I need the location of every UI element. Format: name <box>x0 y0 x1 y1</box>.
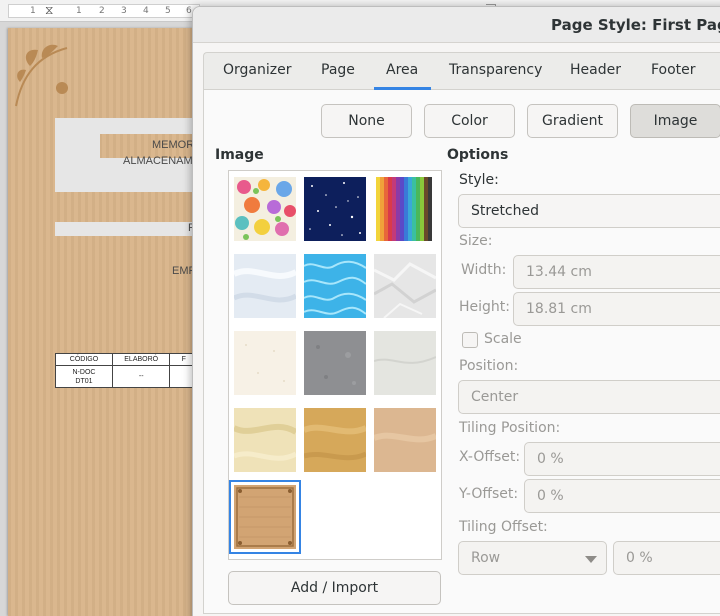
ruler-tick: 4 <box>143 6 149 16</box>
scale-label: Scale <box>484 331 522 347</box>
ruler-tick: 2 <box>99 6 105 16</box>
document-text: ALMACENAM <box>123 155 193 167</box>
page-style-dialog: Page Style: First Page Organizer Page Ar… <box>192 6 720 616</box>
document-text: MEMOR <box>152 139 195 151</box>
chevron-down-icon <box>585 556 597 563</box>
style-dropdown[interactable]: Stretched <box>458 194 720 228</box>
table-cell: N-DOC DT01 <box>55 365 113 388</box>
area-tab-content: None Color Gradient Image Image Add / Im… <box>203 90 720 614</box>
fill-image-button[interactable]: Image <box>630 104 720 138</box>
title-band <box>55 134 100 158</box>
options-section-label: Options <box>447 147 509 163</box>
image-paper-brown[interactable] <box>374 408 436 472</box>
ruler-tick: 6 <box>186 6 192 16</box>
position-dropdown[interactable]: Center <box>458 380 720 414</box>
image-concrete[interactable] <box>304 331 366 395</box>
tiling-offset-mode-dropdown[interactable]: Row <box>458 541 607 575</box>
fill-none-button[interactable]: None <box>321 104 412 138</box>
image-colored-pencils[interactable] <box>374 177 436 241</box>
height-field[interactable]: 18.81 cm <box>513 292 720 326</box>
image-section-label: Image <box>215 147 264 163</box>
fill-color-button[interactable]: Color <box>424 104 515 138</box>
image-brown-frame[interactable] <box>229 480 301 554</box>
image-swimming-pool[interactable] <box>304 254 366 318</box>
table-header-row: CÓDIGO ELABORÓ F <box>55 353 198 366</box>
image-parchment[interactable] <box>234 408 296 472</box>
indent-marker-icon[interactable]: ⧖ <box>45 3 53 18</box>
dialog-titlebar[interactable]: Page Style: First Page <box>193 7 720 43</box>
fill-gradient-button[interactable]: Gradient <box>527 104 618 138</box>
ruler-tick: 3 <box>121 6 127 16</box>
tab-footer[interactable]: Footer <box>651 62 696 78</box>
tab-page[interactable]: Page <box>321 62 355 78</box>
tab-header[interactable]: Header <box>570 62 621 78</box>
tab-organizer[interactable]: Organizer <box>223 62 291 78</box>
width-field[interactable]: 13.44 cm <box>513 255 720 289</box>
image-snow[interactable] <box>234 254 296 318</box>
title-band <box>55 222 198 236</box>
position-label: Position: <box>459 358 519 374</box>
page-background-texture <box>8 28 198 616</box>
image-marble[interactable] <box>374 331 436 395</box>
table-row: N-DOC DT01 -- <box>55 365 198 388</box>
add-import-button[interactable]: Add / Import <box>228 571 441 605</box>
size-label: Size: <box>459 233 493 249</box>
tiling-offset-mode-value: Row <box>471 550 501 566</box>
ruler-tick: 1 <box>76 6 82 16</box>
y-offset-field[interactable]: 0 % <box>524 479 720 513</box>
image-night-sky[interactable] <box>304 177 366 241</box>
tab-transparency[interactable]: Transparency <box>449 62 542 78</box>
image-paper[interactable] <box>234 331 296 395</box>
y-offset-label: Y-Offset: <box>459 486 519 502</box>
table-header-cell: CÓDIGO <box>55 353 113 366</box>
image-sand[interactable] <box>304 408 366 472</box>
ruler-tick: 5 <box>165 6 171 16</box>
table-header-cell: ELABORÓ <box>111 353 171 366</box>
tiling-position-label: Tiling Position: <box>459 420 561 436</box>
image-gallery[interactable] <box>228 170 442 560</box>
ruler-tick: 1 <box>30 6 36 16</box>
tiling-offset-label: Tiling Offset: <box>459 519 548 535</box>
scale-checkbox[interactable] <box>462 332 478 348</box>
tab-area[interactable]: Area <box>386 62 418 78</box>
image-paper-crumpled[interactable] <box>374 254 436 318</box>
floral-ornament-icon <box>15 44 68 107</box>
image-painted-flowers[interactable] <box>234 177 296 241</box>
x-offset-label: X-Offset: <box>459 449 521 465</box>
document-table[interactable]: CÓDIGO ELABORÓ F N-DOC DT01 -- <box>55 353 198 388</box>
dialog-title: Page Style: First Page <box>551 16 720 34</box>
title-band <box>55 118 198 134</box>
table-cell: -- <box>111 365 171 388</box>
style-label: Style: <box>459 172 499 188</box>
dialog-tabbar: Organizer Page Area Transparency Header … <box>203 52 720 90</box>
document-page[interactable]: MEMOR ALMACENAM F EMP CÓDIGO ELABORÓ F N… <box>8 28 198 616</box>
height-label: Height: <box>459 299 510 315</box>
width-label: Width: <box>461 262 507 278</box>
x-offset-field[interactable]: 0 % <box>524 442 720 476</box>
tiling-offset-field[interactable]: 0 % <box>613 541 720 575</box>
